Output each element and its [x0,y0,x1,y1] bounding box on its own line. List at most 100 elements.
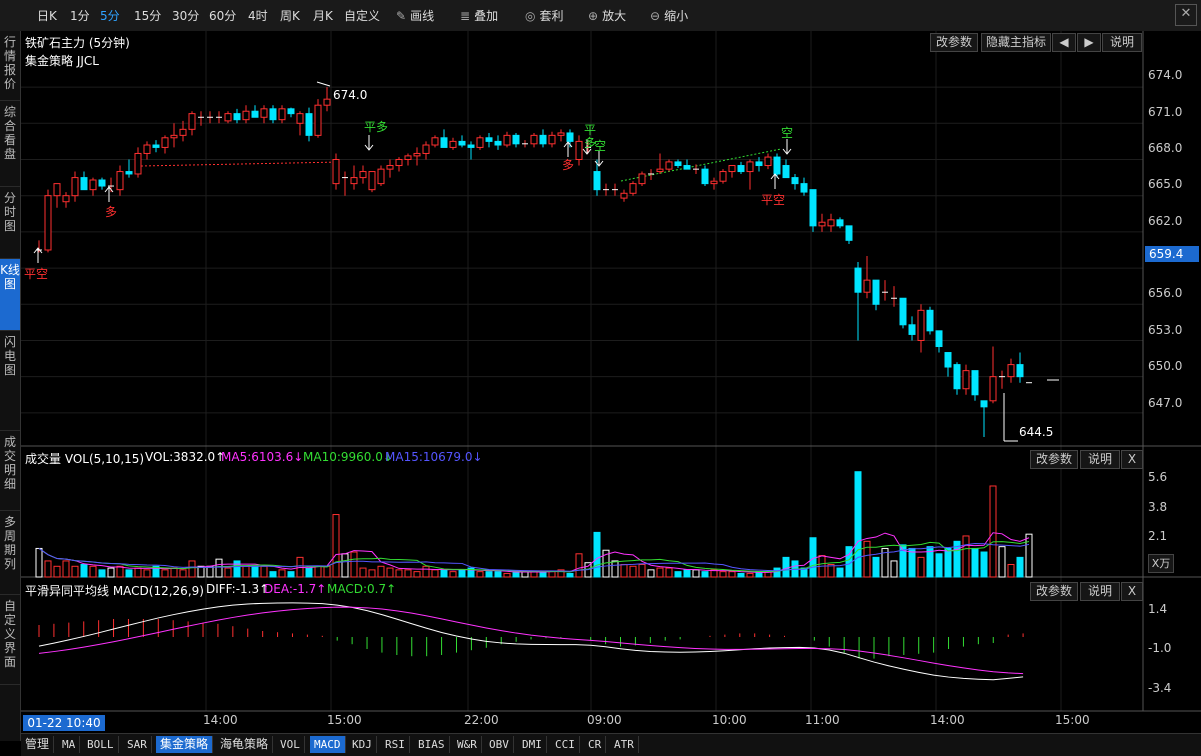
tab-macd[interactable]: MACD [310,736,346,753]
tab-quotes[interactable]: 行情报价 [0,31,20,101]
volume-bar [647,569,655,578]
period-5min[interactable]: 5分 [100,7,120,24]
volume-bar [917,556,925,578]
volume-bar [350,551,358,578]
volume-bar [575,553,583,578]
tab-multi-period[interactable]: 多周期列 [0,511,20,595]
vol-ma15: MA15:10679.0↓ [385,450,483,464]
volume-bar [737,572,745,578]
volume-bar [98,569,106,578]
candle [926,306,934,335]
pencil-icon: ✎ [396,9,407,23]
tab-manage[interactable]: 管理 [21,736,55,753]
period-custom[interactable]: 自定义 [344,7,380,24]
volume-bar [890,560,898,578]
volume-bar [1025,533,1033,578]
volume-bar [44,560,52,578]
macd-value: MACD:0.7↑ [327,582,397,596]
volume-bar [458,569,466,578]
volume-bar [944,547,952,578]
tab-jjcl[interactable]: 集金策略 [156,736,214,753]
y-tick: 671.0 [1148,105,1183,119]
vol-close-button[interactable]: X [1121,450,1143,469]
signal-long: 多 [105,205,118,219]
macd-title: 平滑异同平均线 MACD(12,26,9) [25,584,204,598]
x-tick: 14:00 [203,713,238,727]
y-tick: 650.0 [1148,359,1183,373]
period-day[interactable]: 日K [37,7,57,24]
cursor-date-box: 01-22 10:40 [23,715,105,731]
zoom-in-button[interactable]: ⊕ 放大 [588,7,626,24]
volume-bar [836,567,844,578]
tab-boll[interactable]: BOLL [83,736,119,753]
tab-turtle[interactable]: 海龟策略 [216,736,274,753]
tab-cr[interactable]: CR [584,736,607,753]
tab-atr[interactable]: ATR [610,736,639,753]
tab-cci[interactable]: CCI [551,736,580,753]
tab-rsi[interactable]: RSI [381,736,410,753]
volume-bar [368,569,376,578]
volume-bar [134,567,142,578]
macd-edit-params-button[interactable]: 改参数 [1030,582,1078,601]
chart-area[interactable] [21,31,1201,733]
signal-long-2: 多 [562,158,575,172]
tab-overview[interactable]: 综合看盘 [0,101,20,187]
tab-kdj[interactable]: KDJ [348,736,377,753]
macd-help-button[interactable]: 说明 [1080,582,1120,601]
tab-vol[interactable]: VOL [276,736,305,753]
tab-dmi[interactable]: DMI [518,736,547,753]
tab-timeshare[interactable]: 分时图 [0,187,20,259]
candle [476,135,484,150]
tab-custom-layout[interactable]: 自定义界面 [0,595,20,685]
period-1min[interactable]: 1分 [70,7,90,24]
volume-bar [980,551,988,578]
volume-bar [359,567,367,578]
x-tick: 15:00 [1055,713,1090,727]
vol-help-button[interactable]: 说明 [1080,450,1120,469]
signal-short: 空 [594,139,607,153]
volume-bar [179,569,187,578]
tab-kline[interactable]: K线图 [0,259,20,331]
prev-arrow-button[interactable]: ◀ [1052,33,1076,52]
zoom-out-button[interactable]: ⊖ 缩小 [650,7,688,24]
draw-line-button[interactable]: ✎ 画线 [396,7,434,24]
period-60min[interactable]: 60分 [209,7,236,24]
period-4h[interactable]: 4时 [248,7,268,24]
volume-bar [386,567,394,578]
macd-close-button[interactable]: X [1121,582,1143,601]
volume-bar [611,560,619,578]
volume-bar [449,571,457,578]
coin-icon: ◎ [525,9,536,23]
volume-bar [341,553,349,578]
volume-bar [422,565,430,578]
tab-ma[interactable]: MA [58,736,81,753]
volume-bar [215,558,223,578]
close-button[interactable]: ✕ [1175,4,1197,26]
edit-params-button[interactable]: 改参数 [930,33,978,52]
volume-bar [80,564,88,578]
period-15min[interactable]: 15分 [134,7,161,24]
period-month[interactable]: 月K [313,7,333,24]
tab-obv[interactable]: OBV [485,736,514,753]
overlay-button[interactable]: ≣ 叠加 [460,7,498,24]
vol-edit-params-button[interactable]: 改参数 [1030,450,1078,469]
period-week[interactable]: 周K [280,7,300,24]
volume-bar [224,567,232,578]
tab-flash[interactable]: 闪电图 [0,331,20,431]
help-button[interactable]: 说明 [1102,33,1142,52]
current-price-box: 659.4 [1145,246,1199,262]
tab-wr[interactable]: W&R [453,736,482,753]
close-icon: ✕ [1180,6,1192,21]
next-arrow-button[interactable]: ▶ [1077,33,1101,52]
volume-bar [377,565,385,578]
tab-sar[interactable]: SAR [123,736,152,753]
period-30min[interactable]: 30分 [172,7,199,24]
candle [629,181,637,196]
volume-bar [503,572,511,578]
tab-trade-detail[interactable]: 成交明细 [0,431,20,511]
hide-main-indicator-button[interactable]: 隐藏主指标 [981,33,1051,52]
tab-bias[interactable]: BIAS [414,736,450,753]
arbitrage-button[interactable]: ◎ 套利 [525,7,564,24]
volume-bar [242,565,250,578]
x-tick: 15:00 [327,713,362,727]
